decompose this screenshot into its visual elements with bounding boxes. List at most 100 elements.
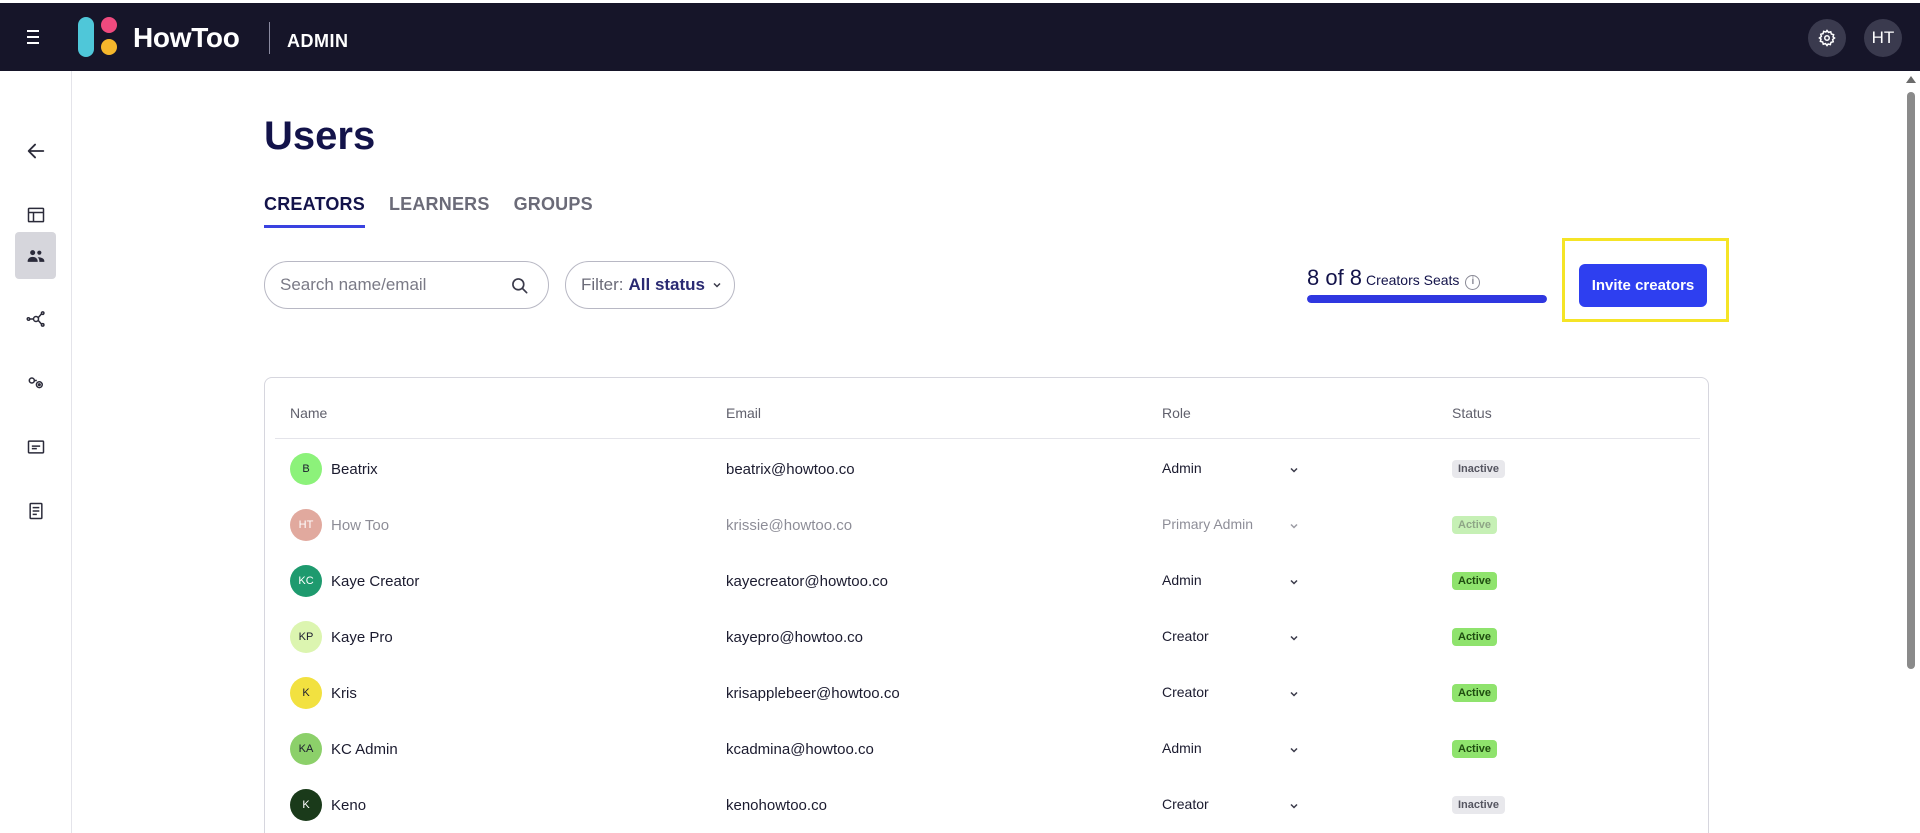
table-row[interactable]: KC Kaye Creator kayecreator@howtoo.co Admin… [275, 552, 1700, 608]
avatar: K [290, 789, 322, 821]
user-name: Beatrix [331, 461, 378, 478]
gear-icon [1818, 29, 1836, 47]
user-tabs: CREATORS LEARNERS GROUPS [264, 194, 617, 228]
user-email: kayepro@howtoo.co [726, 629, 863, 646]
seats-progress-bar [1307, 295, 1547, 303]
sidebar-item-settings[interactable] [15, 359, 56, 406]
role-value: Creator [1162, 684, 1209, 700]
table-row[interactable]: K Keno kenohowtoo.co Creator Inactive [275, 776, 1700, 832]
chevron-down-icon [1290, 523, 1298, 529]
user-email: kayecreator@howtoo.co [726, 573, 888, 590]
chevron-down-icon [1290, 803, 1298, 809]
search-icon[interactable] [510, 276, 530, 296]
brand-divider [269, 22, 270, 54]
menu-icon[interactable] [24, 27, 44, 47]
user-avatar[interactable]: HT [1864, 19, 1902, 57]
status-filter-dropdown[interactable]: Filter: All status [565, 261, 735, 309]
table-row[interactable]: KA KC Admin kcadmina@howtoo.co Admin Active [275, 720, 1700, 776]
role-select[interactable]: Admin [1162, 565, 1302, 597]
invite-highlight: Invite creators [1562, 238, 1729, 322]
tab-creators[interactable]: CREATORS [264, 194, 365, 228]
avatar: K [290, 677, 322, 709]
chevron-down-icon [1290, 747, 1298, 753]
media-icon [27, 439, 44, 454]
report-icon [28, 502, 43, 519]
column-header-status[interactable]: Status [1452, 405, 1492, 421]
table-row[interactable]: B Beatrix beatrix@howtoo.co Admin Inactive [275, 440, 1700, 496]
search-input[interactable] [280, 275, 500, 295]
user-name: Kaye Creator [331, 573, 420, 590]
sidebar-item-reports[interactable] [15, 487, 56, 534]
arrow-left-icon [27, 143, 44, 158]
seats-progress-fill [1307, 295, 1547, 303]
sidebar-item-back[interactable] [15, 127, 56, 174]
role-value: Primary Admin [1162, 516, 1254, 532]
sidebar-item-integrations[interactable] [15, 295, 56, 342]
status-badge: Active [1452, 740, 1498, 758]
sidebar-item-users[interactable] [15, 232, 56, 279]
brand-name: HowToo [133, 22, 240, 53]
info-icon[interactable]: i [1465, 275, 1481, 290]
settings-button[interactable] [1808, 19, 1846, 57]
table-row[interactable]: K Kris krisapplebeer@howtoo.co Creator Activ… [275, 664, 1700, 720]
users-table: Name Email Role Status B Beatrix beatrix@h… [264, 377, 1709, 833]
user-name: Kaye Pro [331, 629, 393, 646]
user-email: kenohowtoo.co [726, 797, 827, 814]
avatar: KA [290, 733, 322, 765]
avatar: B [290, 453, 322, 485]
role-value: Admin [1162, 740, 1202, 756]
scroll-thumb[interactable] [1907, 92, 1915, 669]
user-name: How Too [331, 517, 390, 534]
chevron-down-icon [1290, 579, 1298, 585]
section-label: ADMIN [287, 31, 349, 51]
tab-groups[interactable]: GROUPS [514, 194, 593, 228]
role-select[interactable]: Creator [1162, 789, 1302, 821]
role-value: Creator [1162, 796, 1209, 812]
role-value: Admin [1162, 460, 1202, 476]
user-email: beatrix@howtoo.co [726, 461, 855, 478]
chevron-down-icon [713, 282, 721, 288]
status-badge: Active [1452, 516, 1498, 534]
table-row[interactable]: KP Kaye Pro kayepro@howtoo.co Creator Active [275, 608, 1700, 664]
avatar: HT [290, 509, 322, 541]
role-select[interactable]: Primary Admin [1162, 509, 1302, 541]
role-select[interactable]: Admin [1162, 733, 1302, 765]
role-select[interactable]: Creator [1162, 621, 1302, 653]
chevron-down-icon [1290, 635, 1298, 641]
column-header-email[interactable]: Email [726, 405, 761, 421]
tab-learners[interactable]: LEARNERS [389, 194, 490, 228]
user-name: Kris [331, 685, 357, 702]
scroll-up-arrow[interactable] [1906, 76, 1916, 83]
logo-icon [78, 17, 118, 57]
table-row[interactable]: HT How Too krissie@howtoo.co Primary Admin A… [275, 496, 1700, 552]
chevron-down-icon [1290, 691, 1298, 697]
user-email: krissie@howtoo.co [726, 517, 853, 534]
role-select[interactable]: Admin [1162, 453, 1302, 485]
chevron-down-icon [1290, 467, 1298, 473]
table-header: Name Email Role Status [275, 378, 1700, 439]
page-title: Users [264, 114, 376, 158]
network-icon [26, 310, 45, 327]
seats-indicator: 8 of 8 Creators Seats i [1307, 265, 1549, 303]
status-badge: Active [1452, 628, 1498, 646]
user-name: Keno [331, 797, 367, 814]
settings-keys-icon [28, 376, 43, 388]
column-header-role[interactable]: Role [1162, 405, 1191, 421]
role-select[interactable]: Creator [1162, 677, 1302, 709]
sidebar [0, 71, 72, 833]
search-box [264, 261, 549, 309]
status-badge: Inactive [1452, 796, 1505, 814]
role-value: Creator [1162, 628, 1209, 644]
role-value: Admin [1162, 572, 1202, 588]
page-scrollbar[interactable] [1902, 71, 1920, 833]
status-badge: Active [1452, 684, 1498, 702]
invite-creators-button[interactable]: Invite creators [1579, 264, 1707, 307]
filter-value: All status [628, 275, 706, 294]
sidebar-item-content[interactable] [15, 191, 56, 238]
user-name: KC Admin [331, 741, 398, 758]
status-badge: Active [1452, 572, 1498, 590]
status-badge: Inactive [1452, 460, 1505, 478]
layout-icon [27, 207, 44, 222]
column-header-name[interactable]: Name [290, 405, 327, 421]
sidebar-item-media[interactable] [15, 423, 56, 470]
